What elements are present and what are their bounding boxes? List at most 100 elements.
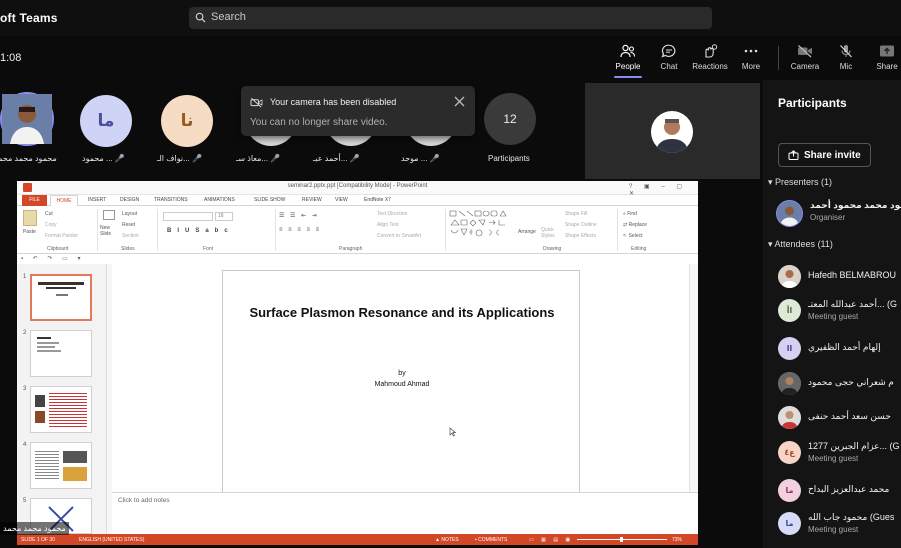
slide-byline[interactable]: by [223, 370, 581, 377]
participant-tile[interactable]: ما [80, 95, 132, 147]
layout-button[interactable]: Layout [122, 211, 137, 217]
find-button[interactable]: ⌕ Find [623, 211, 637, 217]
attendee-row[interactable]: حسن سعد أحمد حنفى [778, 406, 901, 432]
shape-fill-button[interactable]: Shape Fill [565, 211, 587, 217]
select-button[interactable]: ↖ Select [623, 233, 643, 239]
text-direction-button[interactable]: Text Direction [377, 211, 407, 217]
section-button[interactable]: Section [122, 233, 139, 239]
list-buttons[interactable]: ☰ ☰ ⇤ ⇥ [279, 212, 319, 219]
divider [275, 209, 276, 251]
attendee-row[interactable]: ما محمود جاب الله (Gues Meeting guest [778, 512, 901, 538]
language-indicator[interactable]: ENGLISH (UNITED STATES) [79, 537, 144, 543]
font-size-field[interactable]: 18 [215, 212, 233, 221]
tab-insert[interactable]: INSERT [88, 197, 106, 203]
ppt-ribbon: Paste Cut Copy Format Painter Clipboard … [17, 206, 698, 254]
paste-label[interactable]: Paste [23, 229, 36, 235]
slide-thumbnail-4[interactable] [30, 442, 92, 489]
comments-toggle[interactable]: ▪ COMMENTS [475, 537, 507, 543]
search-input[interactable]: Search [189, 7, 712, 29]
group-paragraph: Paragraph [339, 246, 363, 252]
tab-slide-show[interactable]: SLIDE SHOW [254, 197, 285, 203]
presenters-header[interactable]: ▾ Presenters (1) [768, 177, 832, 188]
avatar: اأ [778, 299, 801, 322]
attendee-row[interactable]: Hafedh BELMABROU [778, 265, 901, 291]
more-button[interactable]: More [731, 44, 771, 71]
attendee-row[interactable]: اا إلهام أحمد الظفيري [778, 337, 901, 363]
slide-canvas[interactable]: Surface Plasmon Resonance and its Applic… [222, 270, 580, 494]
quick-styles-button[interactable]: Quick Styles [541, 227, 563, 239]
font-format-buttons[interactable]: BIUSabc [167, 228, 234, 234]
shapes-gallery[interactable] [449, 210, 513, 238]
mic-label: Mic [839, 62, 853, 71]
arrange-button[interactable]: Arrange [518, 229, 536, 235]
people-button[interactable]: People [608, 44, 648, 78]
zoom-level[interactable]: 73% [672, 537, 682, 543]
qat-buttons[interactable]: ▪ ↶ ↷ ▭ ▾ [21, 255, 85, 262]
participant-tile[interactable]: نا [161, 95, 213, 147]
attendees-header[interactable]: ▾ Attendees (11) [768, 239, 833, 250]
slide-title[interactable]: Surface Plasmon Resonance and its Applic… [223, 304, 581, 321]
cut-button[interactable]: Cut [45, 211, 53, 217]
share-invite-button[interactable]: Share invite [778, 143, 871, 167]
participant-tile[interactable] [0, 92, 54, 146]
notes-toggle[interactable]: ▲ NOTES [435, 537, 459, 543]
tab-animations[interactable]: ANIMATIONS [204, 197, 235, 203]
zoom-slider-thumb[interactable] [620, 537, 623, 542]
presenter-row[interactable]: مود محمد محمود أحمد Organiser [776, 200, 901, 227]
paste-icon[interactable] [23, 210, 37, 226]
video-tile[interactable] [585, 83, 760, 179]
tab-design[interactable]: DESIGN [120, 197, 139, 203]
slide-thumbnail-2[interactable] [30, 330, 92, 377]
quick-access-toolbar: ▪ ↶ ↷ ▭ ▾ [17, 254, 698, 264]
convert-smartart-button[interactable]: Convert to SmartArt [377, 233, 421, 239]
participant-role: Meeting guest [808, 454, 859, 463]
notes-pane[interactable]: Click to add notes [112, 492, 698, 534]
view-buttons[interactable]: ▭ ▦ ▤ ▣ [529, 537, 573, 543]
tab-view[interactable]: VIEW [335, 197, 348, 203]
slide-author[interactable]: Mahmoud Ahmad [223, 381, 581, 388]
chat-button[interactable]: Chat [649, 44, 689, 71]
participant-name: أحمد عبدالله المعتـ... (G [808, 299, 897, 309]
tab-transitions[interactable]: TRANSITIONS [154, 197, 188, 203]
attendee-row[interactable]: م شعراني حجى محمود [778, 372, 901, 398]
slide-scrollbar[interactable] [689, 264, 698, 492]
tab-endnote[interactable]: EndNote X7 [364, 197, 391, 203]
tab-review[interactable]: REVIEW [302, 197, 322, 203]
avatar: اا [778, 337, 801, 360]
mic-button[interactable]: Mic [826, 44, 866, 71]
attendee-row[interactable]: ع٤ عزام الجبرين 1277... (G Meeting guest [778, 441, 901, 467]
new-slide-icon[interactable] [103, 210, 115, 220]
camera-button[interactable]: Camera [785, 44, 825, 71]
people-label: People [615, 62, 641, 71]
reset-button[interactable]: Reset [122, 222, 135, 228]
new-slide-label[interactable]: New Slide [100, 225, 118, 237]
align-buttons[interactable]: ≡ ≡ ≡ ≡ ≡ [279, 227, 321, 233]
camera-off-icon [798, 45, 812, 58]
copy-button[interactable]: Copy [45, 222, 57, 228]
thumb-number: 5 [23, 498, 27, 504]
ppt-status-bar: SLIDE 1 OF 30 ENGLISH (UNITED STATES) ▲ … [17, 534, 698, 545]
shared-screen[interactable]: seminar2.pptx.ppt [Compatibility Mode] -… [17, 181, 698, 545]
shape-effects-button[interactable]: Shape Effects [565, 233, 596, 239]
reactions-button[interactable]: Reactions [690, 44, 730, 71]
share-button[interactable]: Share [867, 44, 901, 71]
people-icon [620, 44, 636, 58]
format-painter-button[interactable]: Format Painter [45, 233, 78, 239]
participants-count: 12 [484, 93, 536, 145]
attendee-row[interactable]: ما محمد عبدالعزيز البداح [778, 479, 901, 505]
participant-name: حسن سعد أحمد حنفى [808, 411, 891, 421]
participant-name: محمود محمد محمد [0, 154, 57, 163]
slide-thumbnail-3[interactable] [30, 386, 92, 433]
align-text-button[interactable]: Align Text [377, 222, 399, 228]
search-icon [195, 12, 206, 23]
shape-outline-button[interactable]: Shape Outline [565, 222, 597, 228]
participants-overflow-tile[interactable]: 12 [484, 93, 536, 145]
close-icon[interactable] [454, 96, 465, 107]
slide-thumbnail-1[interactable] [30, 274, 92, 321]
tab-file[interactable]: FILE [22, 195, 47, 206]
panel-title: Participants [778, 96, 847, 110]
tab-home[interactable]: HOME [50, 195, 78, 206]
attendee-row[interactable]: اأ أحمد عبدالله المعتـ... (G Meeting gue… [778, 299, 901, 325]
replace-button[interactable]: ⇄ Replace [623, 222, 647, 228]
font-name-field[interactable] [163, 212, 213, 221]
